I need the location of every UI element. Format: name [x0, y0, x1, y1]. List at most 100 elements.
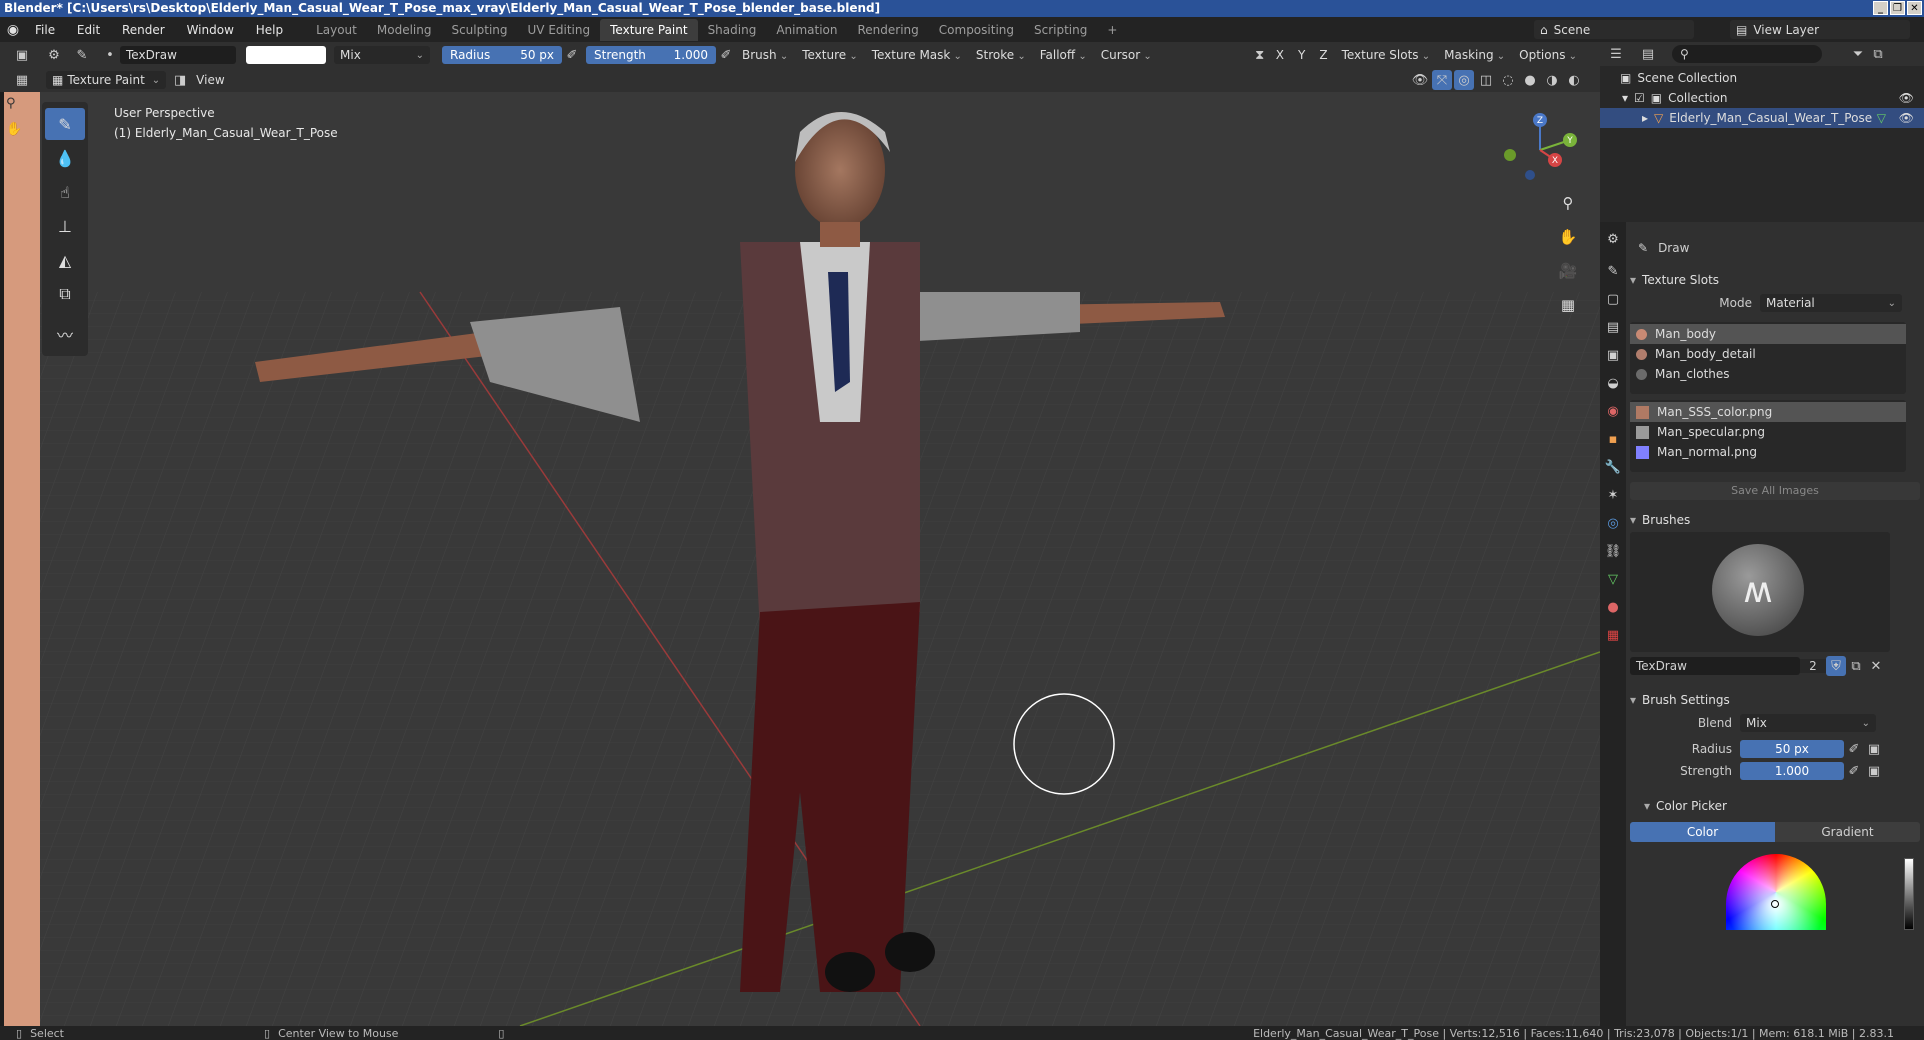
masking-menu[interactable]: Masking: [1438, 46, 1511, 64]
tab-physics-icon[interactable]: ◎: [1600, 510, 1626, 538]
texture-slots-panel-header[interactable]: Texture Slots: [1630, 268, 1920, 292]
tab-particles-icon[interactable]: ✶: [1600, 482, 1626, 510]
mask-tool-icon[interactable]: ⧉: [45, 278, 85, 310]
display-mode-icon[interactable]: ▤: [1638, 44, 1658, 64]
maximize-icon[interactable]: ❐: [1890, 1, 1905, 15]
duplicate-brush-icon[interactable]: ⧉: [1846, 656, 1866, 676]
view-layer-selector[interactable]: ▤ View Layer: [1730, 20, 1910, 39]
gizmo-neg-z-icon[interactable]: [1525, 170, 1535, 180]
navigation-gizmo[interactable]: Z Y X: [1500, 110, 1580, 193]
clone-tool-icon[interactable]: ⊥: [45, 210, 85, 242]
camera-icon[interactable]: 🎥: [1555, 258, 1581, 284]
tab-animation[interactable]: Animation: [766, 19, 847, 41]
texture-mask-menu[interactable]: Texture Mask: [866, 46, 968, 64]
list-item-image[interactable]: Man_specular.png: [1630, 422, 1906, 442]
outliner-row-collection[interactable]: ▾ ☑ ▣ Collection 👁: [1600, 88, 1924, 108]
radius-pressure-icon-props[interactable]: ✐: [1844, 739, 1864, 759]
list-item-image[interactable]: Man_normal.png: [1630, 442, 1906, 462]
pan-hand-icon[interactable]: ✋: [1555, 224, 1581, 250]
rendered-shading-icon[interactable]: ◐: [1564, 70, 1584, 90]
tab-color[interactable]: Color: [1630, 822, 1775, 842]
tab-compositing[interactable]: Compositing: [929, 19, 1024, 41]
3d-viewport[interactable]: [40, 92, 1600, 1026]
strength-unit-icon[interactable]: ▣: [1864, 761, 1884, 781]
expand-arrow-icon[interactable]: ▾: [1622, 91, 1628, 105]
zoom-icon-left[interactable]: ⚲: [6, 96, 16, 111]
tab-gradient[interactable]: Gradient: [1775, 822, 1920, 842]
brush-settings-panel-header[interactable]: Brush Settings: [1630, 688, 1920, 712]
strength-pressure-icon[interactable]: ✐: [716, 45, 736, 65]
tab-view-layer-icon[interactable]: ▣: [1600, 342, 1626, 370]
material-shading-icon[interactable]: ◑: [1542, 70, 1562, 90]
tab-layout[interactable]: Layout: [306, 19, 367, 41]
tab-modifier-icon[interactable]: 🔧: [1600, 454, 1626, 482]
gizmo-neg-y-icon[interactable]: [1504, 149, 1516, 161]
list-item-material[interactable]: Man_clothes: [1630, 364, 1906, 384]
tab-shading[interactable]: Shading: [698, 19, 767, 41]
scene-selector[interactable]: ⌂ Scene: [1534, 20, 1694, 39]
strength-pressure-icon-props[interactable]: ✐: [1844, 761, 1864, 781]
visibility-eye-icon[interactable]: 👁: [1899, 111, 1914, 125]
outliner-editor-icon[interactable]: ☰: [1606, 44, 1626, 64]
mask-toggle-icon[interactable]: ◨: [170, 70, 190, 90]
brushes-panel-header[interactable]: Brushes: [1630, 508, 1920, 532]
tab-uv-editing[interactable]: UV Editing: [518, 19, 601, 41]
tab-sculpting[interactable]: Sculpting: [441, 19, 517, 41]
brush-name-field[interactable]: TexDraw: [120, 46, 236, 64]
color-wheel-cursor[interactable]: [1771, 900, 1779, 908]
blend-mode-dropdown[interactable]: Mix: [334, 46, 430, 64]
list-item-material[interactable]: Man_body_detail: [1630, 344, 1906, 364]
tab-scene-icon[interactable]: ◒: [1600, 370, 1626, 398]
radius-slider[interactable]: Radius 50 px: [442, 46, 562, 64]
color-picker-panel-header[interactable]: Color Picker: [1630, 794, 1920, 818]
texture-slots-menu[interactable]: Texture Slots: [1336, 46, 1437, 64]
color-wheel[interactable]: [1726, 854, 1826, 930]
brush-icon[interactable]: ✎: [72, 45, 92, 65]
editor-type-icon-2[interactable]: ▦: [12, 70, 32, 90]
brush-name-input[interactable]: TexDraw: [1630, 657, 1800, 675]
close-icon[interactable]: ✕: [1907, 1, 1922, 15]
tab-scripting[interactable]: Scripting: [1024, 19, 1097, 41]
tab-render-icon[interactable]: ▢: [1600, 286, 1626, 314]
strength-slider-props[interactable]: 1.000: [1740, 762, 1844, 780]
value-slider[interactable]: [1904, 858, 1914, 930]
tab-tool-icon[interactable]: ✎: [1600, 258, 1626, 286]
properties-editor-icon[interactable]: ⚙: [1600, 226, 1626, 254]
tab-constraints-icon[interactable]: ⛓: [1600, 538, 1626, 566]
tab-texture-icon[interactable]: ▦: [1600, 622, 1626, 650]
minimize-icon[interactable]: _: [1873, 1, 1888, 15]
tab-rendering[interactable]: Rendering: [848, 19, 929, 41]
xray-icon[interactable]: ◫: [1476, 70, 1496, 90]
mode-dropdown[interactable]: ▦ Texture Paint: [46, 71, 167, 89]
filter-icon[interactable]: ⏷: [1848, 44, 1868, 64]
mode-dropdown-props[interactable]: Material: [1760, 294, 1902, 312]
list-item-image[interactable]: Man_SSS_color.png: [1630, 402, 1906, 422]
axis-y-toggle[interactable]: Y: [1292, 46, 1311, 64]
overlay-toggle-icon[interactable]: ◎: [1454, 70, 1474, 90]
expand-arrow-icon[interactable]: ▸: [1642, 111, 1648, 125]
brush-preview[interactable]: ʍ: [1630, 532, 1890, 652]
fill-tool-icon[interactable]: ◭: [45, 244, 85, 276]
pan-icon-left[interactable]: ✋: [6, 122, 22, 137]
draw-tool-icon[interactable]: ✎: [45, 108, 85, 140]
gizmo-toggle-icon[interactable]: ⤧: [1432, 70, 1452, 90]
unlink-brush-icon[interactable]: ✕: [1866, 656, 1886, 676]
strength-slider[interactable]: Strength 1.000: [586, 46, 716, 64]
wireframe-shading-icon[interactable]: ◌: [1498, 70, 1518, 90]
view-menu[interactable]: View: [190, 71, 230, 89]
perspective-grid-icon[interactable]: ▦: [1555, 292, 1581, 318]
axis-z-toggle[interactable]: Z: [1313, 46, 1333, 64]
soften-tool-icon[interactable]: 💧: [45, 142, 85, 174]
radius-slider-props[interactable]: 50 px: [1740, 740, 1844, 758]
menu-edit[interactable]: Edit: [68, 23, 109, 37]
tab-material-icon[interactable]: ●: [1600, 594, 1626, 622]
stroke-menu[interactable]: Stroke: [970, 46, 1032, 64]
editor-type-icon[interactable]: ▣: [12, 45, 32, 65]
tab-world-icon[interactable]: ◉: [1600, 398, 1626, 426]
list-item-material[interactable]: Man_body: [1630, 324, 1906, 344]
save-all-images-button[interactable]: Save All Images: [1630, 482, 1920, 500]
zoom-icon[interactable]: ⚲: [1555, 190, 1581, 216]
options-menu[interactable]: Options: [1513, 46, 1583, 64]
menu-window[interactable]: Window: [178, 23, 243, 37]
checkbox-icon[interactable]: ☑: [1634, 91, 1645, 105]
